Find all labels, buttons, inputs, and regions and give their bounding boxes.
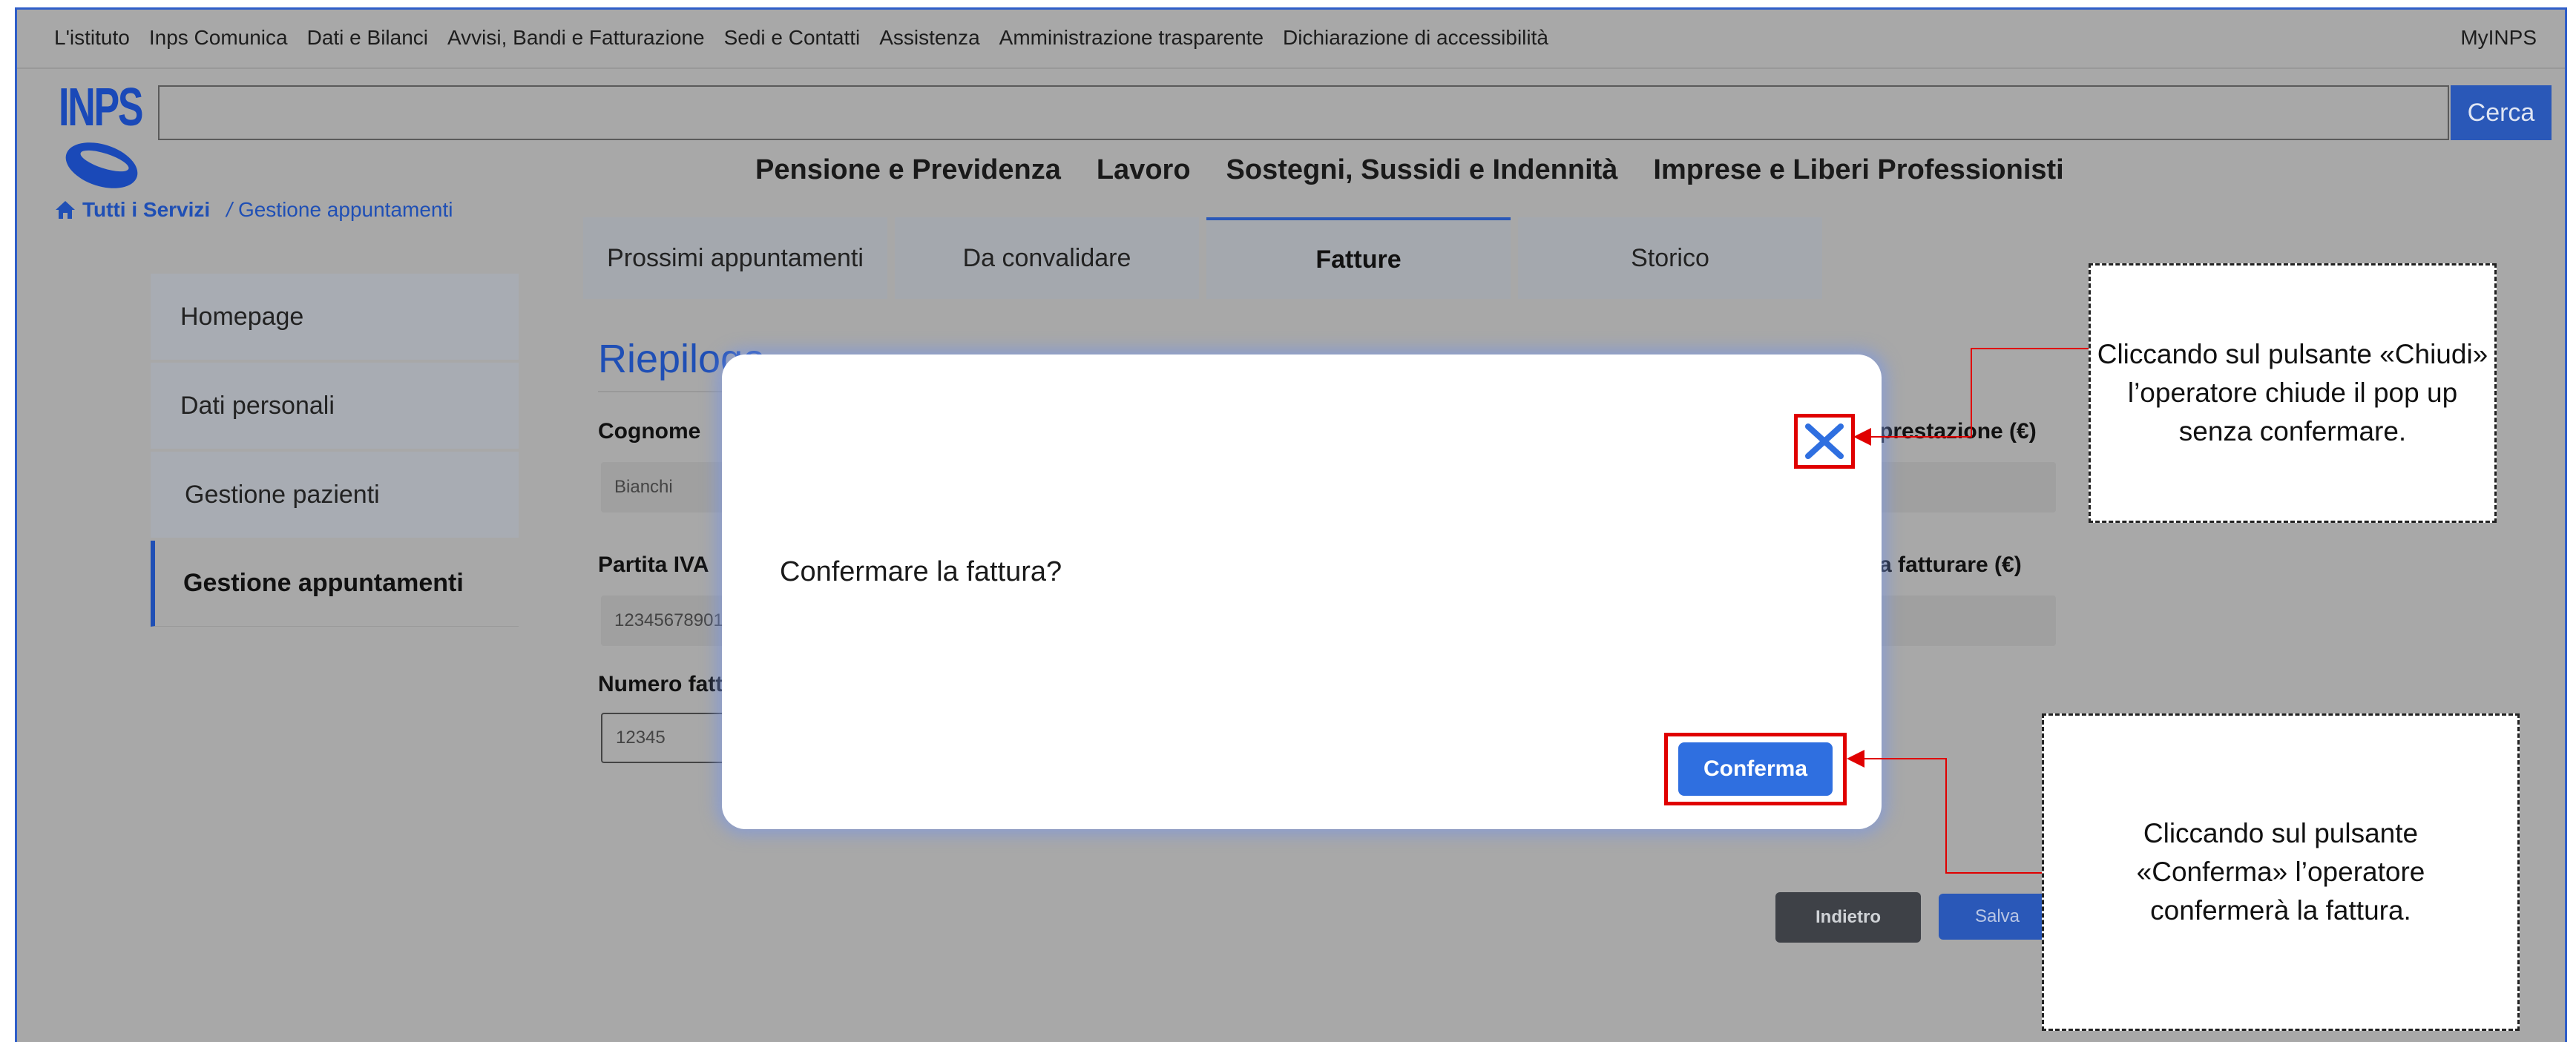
tab-da-convalidare[interactable]: Da convalidare xyxy=(895,217,1199,299)
sidebar: Homepage Dati personali Gestione pazient… xyxy=(151,274,519,630)
tab-prossimi-appuntamenti[interactable]: Prossimi appuntamenti xyxy=(583,217,887,299)
top-links: L'istituto Inps Comunica Dati e Bilanci … xyxy=(54,26,1548,50)
inps-logo[interactable]: INPS xyxy=(59,81,162,192)
nav-imprese-professionisti[interactable]: Imprese e Liberi Professionisti xyxy=(1653,154,2063,186)
inps-logo-mark-icon xyxy=(65,142,138,188)
home-icon[interactable] xyxy=(54,200,76,220)
importo-prestazione-label: prestazione (€) xyxy=(1879,419,2037,443)
confirm-button-highlight: Conferma xyxy=(1664,733,1847,805)
top-link-istituto[interactable]: L'istituto xyxy=(54,26,130,50)
main-navigation: Pensione e Previdenza Lavoro Sostegni, S… xyxy=(755,154,2064,186)
breadcrumb-separator: / xyxy=(226,198,232,221)
nav-sostegni-sussidi[interactable]: Sostegni, Sussidi e Indennità xyxy=(1226,154,1618,186)
nav-pensione-previdenza[interactable]: Pensione e Previdenza xyxy=(755,154,1061,186)
search-button[interactable]: Cerca xyxy=(2451,85,2552,140)
sidebar-item-gestione-appuntamenti[interactable]: Gestione appuntamenti xyxy=(151,541,519,627)
breadcrumb-home-link[interactable]: Tutti i Servizi xyxy=(82,198,210,222)
confirm-button[interactable]: Conferma xyxy=(1678,742,1833,796)
inps-logo-text: INPS xyxy=(59,78,144,137)
back-button[interactable]: Indietro xyxy=(1775,892,1921,943)
numero-fattura-label: Numero fatt xyxy=(598,672,723,696)
top-link-dati-bilanci[interactable]: Dati e Bilanci xyxy=(307,26,428,50)
callout-close: Cliccando sul pulsante «Chiudi» l’operat… xyxy=(2089,263,2497,523)
sidebar-item-gestione-pazienti[interactable]: Gestione pazienti xyxy=(151,452,519,538)
close-button-highlight xyxy=(1794,414,1855,469)
top-link-accessibilita[interactable]: Dichiarazione di accessibilità xyxy=(1283,26,1548,50)
importo-fatturare-field[interactable] xyxy=(1857,596,2056,646)
breadcrumb: Tutti i Servizi / Gestione appuntamenti xyxy=(54,198,453,222)
tab-storico[interactable]: Storico xyxy=(1518,217,1822,299)
sidebar-item-dati-personali[interactable]: Dati personali xyxy=(151,363,519,449)
close-icon[interactable] xyxy=(1804,423,1845,460)
tab-fatture[interactable]: Fatture xyxy=(1206,217,1511,299)
search-input[interactable] xyxy=(158,85,2449,140)
top-link-sedi-contatti[interactable]: Sedi e Contatti xyxy=(724,26,861,50)
myinps-link[interactable]: MyINPS xyxy=(2460,26,2537,50)
top-link-avvisi-bandi[interactable]: Avvisi, Bandi e Fatturazione xyxy=(447,26,705,50)
cognome-label: Cognome xyxy=(598,419,701,443)
nav-lavoro[interactable]: Lavoro xyxy=(1097,154,1191,186)
top-navigation: L'istituto Inps Comunica Dati e Bilanci … xyxy=(17,10,2565,69)
callout-confirm: Cliccando sul pulsante «Conferma» l’oper… xyxy=(2042,713,2520,1031)
top-link-assistenza[interactable]: Assistenza xyxy=(879,26,979,50)
save-button[interactable]: Salva xyxy=(1939,894,2056,940)
confirm-invoice-dialog: Confermare la fattura? Conferma xyxy=(722,355,1882,829)
breadcrumb-current: Gestione appuntamenti xyxy=(237,198,453,221)
top-link-amministrazione-trasparente[interactable]: Amministrazione trasparente xyxy=(999,26,1264,50)
top-link-inps-comunica[interactable]: Inps Comunica xyxy=(149,26,288,50)
importo-prestazione-field[interactable] xyxy=(1857,462,2056,512)
importo-fatturare-label: a fatturare (€) xyxy=(1879,553,2022,577)
dialog-message: Confermare la fattura? xyxy=(780,556,1062,587)
tab-bar: Prossimi appuntamenti Da convalidare Fat… xyxy=(583,217,1822,299)
partita-iva-label: Partita IVA xyxy=(598,553,709,577)
sidebar-item-homepage[interactable]: Homepage xyxy=(151,274,519,360)
